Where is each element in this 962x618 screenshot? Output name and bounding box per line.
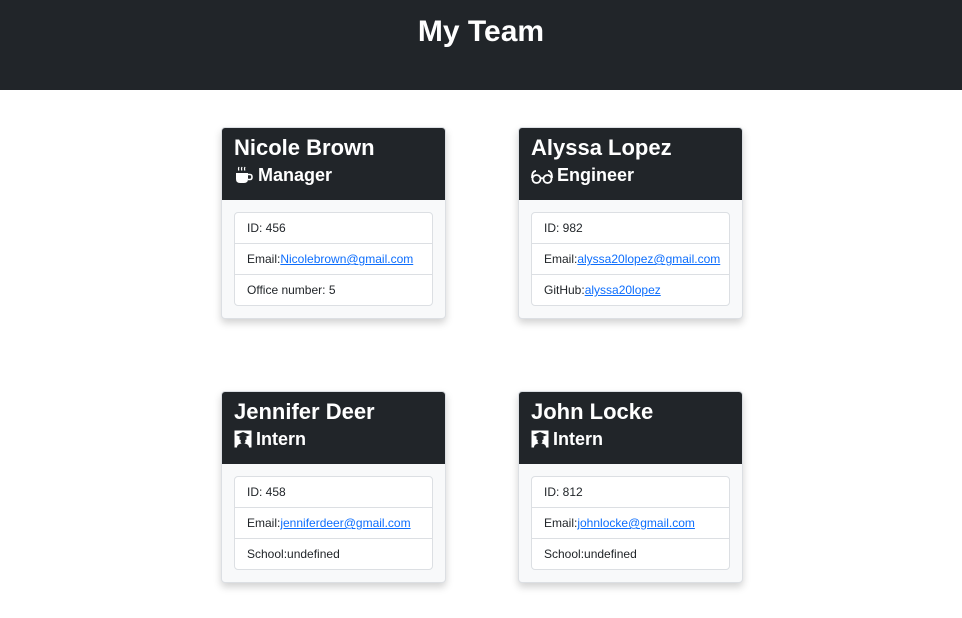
card-header: John Locke Intern: [519, 392, 742, 464]
list-item-email: Email:alyssa20lopez@gmail.com: [532, 243, 729, 274]
card-header: Nicole Brown Manager: [222, 128, 445, 200]
role-label: Manager: [258, 164, 333, 185]
role-label: Intern: [553, 428, 604, 449]
list-item-school: School:undefined: [532, 538, 729, 569]
list-item-id: ID: 982: [544, 221, 583, 235]
employee-name: Alyssa Lopez: [531, 135, 672, 160]
coffee-icon: [236, 166, 253, 183]
employee-card-john-locke: John Locke Intern ID: 812 Email:johnlock…: [518, 391, 743, 583]
info-list: ID: 456 Email:Nicolebrown@gmail.com Offi…: [234, 212, 433, 306]
list-item-email: Email:johnlocke@gmail.com: [532, 507, 729, 538]
employee-role: Intern: [234, 427, 433, 451]
employee-card-nicole-brown: Nicole Brown Manager ID: 456 Email:Nicol…: [221, 127, 446, 319]
graduate-icon: [234, 430, 252, 448]
role-label: Intern: [256, 428, 307, 449]
graduate-icon: [531, 430, 549, 448]
page-header: My Team: [0, 0, 962, 90]
email-label: Email:: [247, 252, 281, 266]
github-link[interactable]: alyssa20lopez: [585, 283, 661, 297]
list-item-id: ID: 812: [544, 485, 583, 499]
github-label: GitHub:: [544, 283, 585, 297]
list-item-school: School:undefined: [235, 538, 432, 569]
employee-role: Manager: [234, 163, 433, 187]
role-label: Engineer: [557, 164, 635, 185]
list-item-email: Email:jenniferdeer@gmail.com: [235, 507, 432, 538]
list-item-office-number: Office number: 5: [235, 274, 432, 305]
email-link[interactable]: johnlocke@gmail.com: [577, 516, 695, 530]
list-item-github: GitHub:alyssa20lopez: [532, 274, 729, 305]
employee-role: Intern: [531, 427, 730, 451]
glasses-icon: [531, 170, 553, 184]
employee-card-alyssa-lopez: Alyssa Lopez Engineer ID: 982 Email:alys…: [518, 127, 743, 319]
info-list: ID: 812 Email:johnlocke@gmail.com School…: [531, 476, 730, 570]
list-item-id: ID: 456: [247, 221, 286, 235]
list-item-id: ID: 458: [247, 485, 286, 499]
info-list: ID: 458 Email:jenniferdeer@gmail.com Sch…: [234, 476, 433, 570]
card-header: Alyssa Lopez Engineer: [519, 128, 742, 200]
email-link[interactable]: jenniferdeer@gmail.com: [280, 516, 410, 530]
email-label: Email:: [544, 252, 578, 266]
email-link[interactable]: alyssa20lopez@gmail.com: [577, 252, 720, 266]
email-link[interactable]: Nicolebrown@gmail.com: [280, 252, 413, 266]
employee-name: John Locke: [531, 399, 654, 424]
employee-name: Nicole Brown: [234, 135, 375, 160]
employee-card-jennifer-deer: Jennifer Deer Intern ID: 458 Email:jenni…: [221, 391, 446, 583]
page-title: My Team: [417, 15, 545, 48]
list-item-email: Email:Nicolebrown@gmail.com: [235, 243, 432, 274]
email-label: Email:: [544, 516, 578, 530]
employee-role: Engineer: [531, 163, 730, 187]
info-list: ID: 982 Email:alyssa20lopez@gmail.com Gi…: [531, 212, 730, 306]
card-header: Jennifer Deer Intern: [222, 392, 445, 464]
employee-name: Jennifer Deer: [234, 399, 375, 424]
email-label: Email:: [247, 516, 281, 530]
